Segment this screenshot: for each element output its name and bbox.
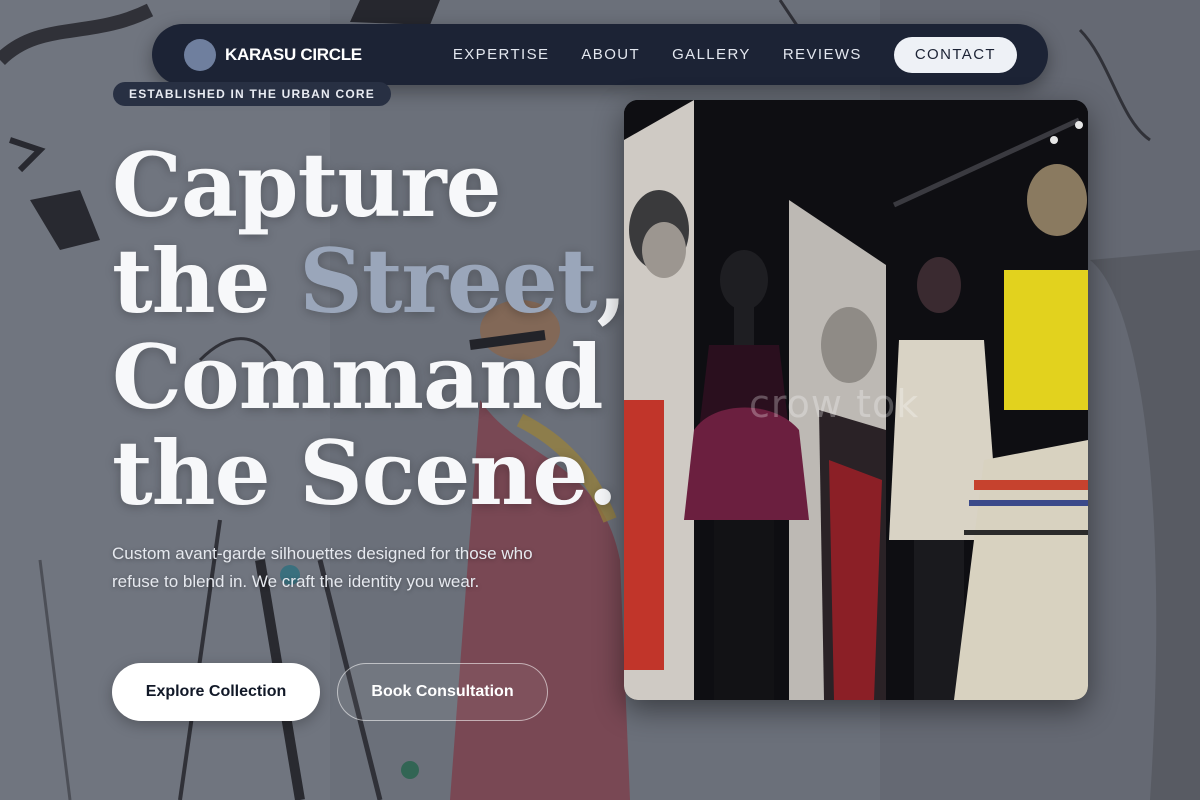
nav-link-about[interactable]: ABOUT xyxy=(581,46,640,63)
top-navigation: KARASU CIRCLE EXPERTISE ABOUT GALLERY RE… xyxy=(152,24,1048,85)
circle-logo-icon[interactable] xyxy=(184,38,216,71)
explore-collection-button[interactable]: Explore Collection xyxy=(112,663,320,721)
book-consultation-button[interactable]: Book Consultation xyxy=(337,663,548,721)
headline-line-4: the Scene. xyxy=(112,421,618,525)
page: KARASU CIRCLE EXPERTISE ABOUT GALLERY RE… xyxy=(0,0,1200,800)
nav-link-expertise[interactable]: EXPERTISE xyxy=(453,46,550,63)
headline-accent: Street xyxy=(299,229,597,333)
headline-line-2b: , xyxy=(596,229,627,333)
headline-line-1: Capture xyxy=(112,133,502,237)
headline-line-2a: the xyxy=(112,229,300,333)
nav-link-gallery[interactable]: GALLERY xyxy=(672,46,751,63)
hero-headline: Capture the Street, Command the Scene. xyxy=(112,137,632,521)
headline-line-3: Command xyxy=(112,325,603,429)
hero-subtext: Custom avant-garde silhouettes designed … xyxy=(112,544,533,591)
contact-button[interactable]: CONTACT xyxy=(893,36,1017,73)
photo-watermark: crow tok xyxy=(749,382,920,426)
hero-photo: crow tok xyxy=(624,100,1088,700)
established-badge: ESTABLISHED IN THE URBAN CORE xyxy=(113,82,391,106)
brand-name[interactable]: KARASU CIRCLE xyxy=(225,45,362,65)
nav-links: EXPERTISE ABOUT GALLERY REVIEWS CONTACT xyxy=(453,36,1017,73)
nav-link-reviews[interactable]: REVIEWS xyxy=(783,46,862,63)
